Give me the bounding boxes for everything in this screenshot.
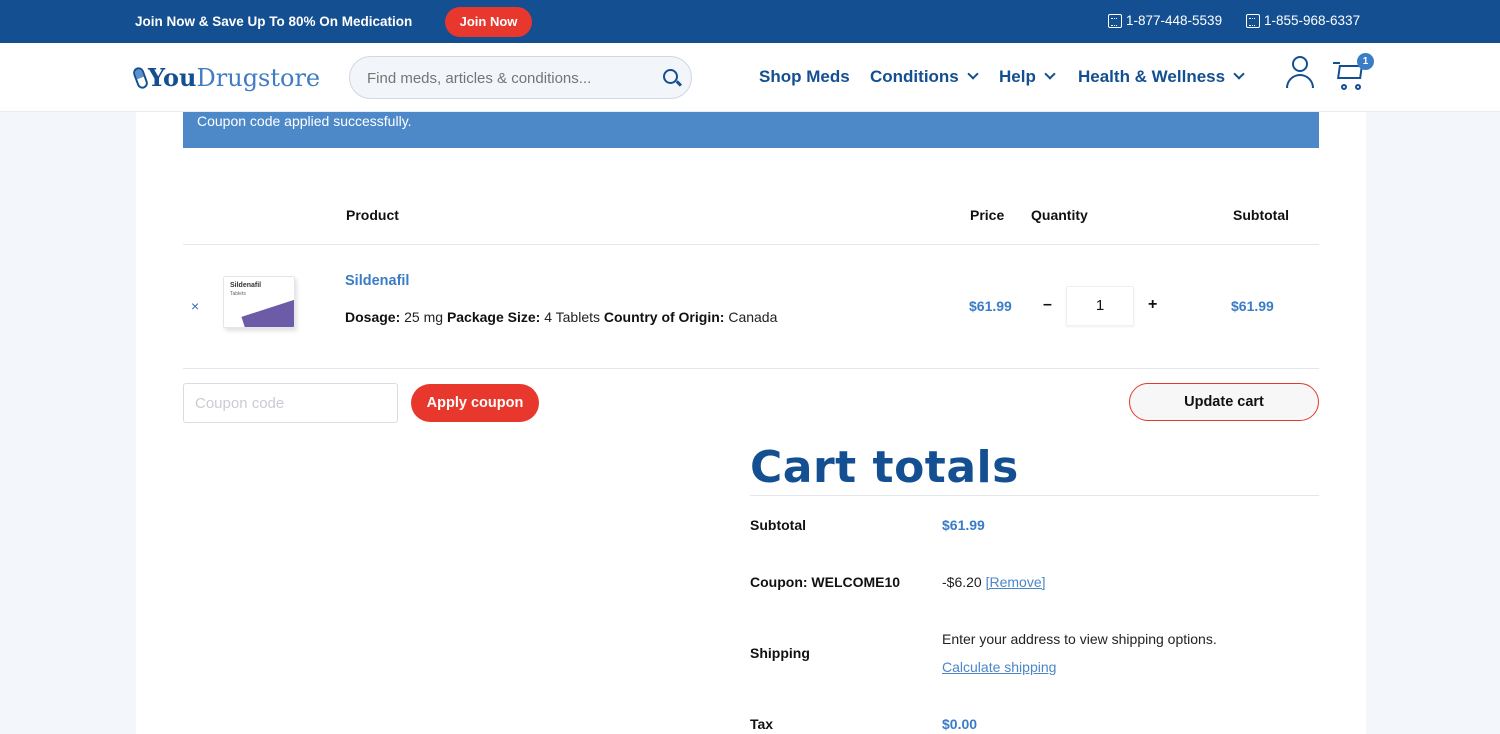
header-price: Price <box>970 207 1005 223</box>
header-product: Product <box>346 207 399 223</box>
nav-health-wellness[interactable]: Health & Wellness <box>1078 67 1245 87</box>
item-price: $61.99 <box>969 298 1012 314</box>
header-subtotal: Subtotal <box>1233 207 1289 223</box>
quantity-increase-button[interactable]: + <box>1148 296 1157 314</box>
pill-logo-icon <box>131 65 150 91</box>
shipping-info-text: Enter your address to view shipping opti… <box>942 631 1217 647</box>
search-icon[interactable] <box>663 69 678 84</box>
site-logo[interactable]: You Drugstore <box>131 63 321 92</box>
remove-coupon-link[interactable]: [Remove] <box>986 574 1046 590</box>
promo-bar: Join Now & Save Up To 80% On Medication … <box>0 0 1500 43</box>
product-image[interactable]: Sildenafil Tablets <box>223 276 295 328</box>
totals-coupon-value: -$6.20 <box>942 574 982 590</box>
update-cart-button[interactable]: Update cart <box>1129 383 1319 421</box>
totals-divider <box>750 495 1319 496</box>
logo-drugstore-text: Drugstore <box>196 64 321 92</box>
success-notice: Coupon code applied successfully. <box>183 112 1319 148</box>
search-bar <box>349 56 692 99</box>
nav-health-wellness-label: Health & Wellness <box>1078 67 1226 86</box>
phone-link-2[interactable]: 1-855-968-6337 <box>1246 13 1360 28</box>
cart-totals-title: Cart totals <box>750 442 1019 493</box>
calculate-shipping-link[interactable]: Calculate shipping <box>942 659 1056 675</box>
nav-help-label: Help <box>999 67 1036 86</box>
nav-shop-meds-label: Shop Meds <box>759 67 850 86</box>
table-divider <box>183 244 1319 245</box>
totals-tax-value: $0.00 <box>942 716 978 732</box>
fax-icon <box>1246 13 1260 28</box>
coupon-code-input[interactable] <box>183 383 398 423</box>
totals-shipping-label: Shipping <box>750 645 810 661</box>
cart-count-badge: 1 <box>1357 53 1374 70</box>
chevron-down-icon <box>967 68 979 80</box>
cart-page: Coupon code applied successfully. Produc… <box>136 112 1366 734</box>
nav-conditions-label: Conditions <box>870 67 959 86</box>
phone-number-2: 1-855-968-6337 <box>1264 13 1361 28</box>
nav-help[interactable]: Help <box>999 67 1056 87</box>
totals-subtotal-label: Subtotal <box>750 517 806 533</box>
apply-coupon-button[interactable]: Apply coupon <box>411 384 539 422</box>
totals-tax-label: Tax <box>750 716 774 732</box>
site-header: You Drugstore Shop Meds Conditions Help … <box>0 43 1500 112</box>
phone-link-1[interactable]: 1-877-448-5539 <box>1108 13 1222 28</box>
item-subtotal: $61.99 <box>1231 298 1274 314</box>
totals-coupon-label: Coupon: WELCOME10 <box>750 574 901 590</box>
remove-item-button[interactable]: × <box>191 298 199 314</box>
header-quantity: Quantity <box>1031 207 1088 223</box>
chevron-down-icon <box>1044 68 1056 80</box>
promo-text: Join Now & Save Up To 80% On Medication <box>135 14 413 29</box>
nav-conditions[interactable]: Conditions <box>870 67 979 87</box>
search-input[interactable] <box>367 70 637 87</box>
product-name-link[interactable]: Sildenafil <box>345 273 409 289</box>
phone-icon <box>1108 13 1122 28</box>
join-now-button[interactable]: Join Now <box>445 7 532 37</box>
nav-shop-meds[interactable]: Shop Meds <box>759 67 850 87</box>
chevron-down-icon <box>1233 68 1245 80</box>
notice-message: Coupon code applied successfully. <box>197 113 412 129</box>
totals-coupon-row: -$6.20 [Remove] <box>942 574 1046 590</box>
logo-you-text: You <box>148 63 197 92</box>
product-meta: Dosage: 25 mg Package Size: 4 Tablets Co… <box>345 309 778 325</box>
account-icon[interactable] <box>1285 56 1315 88</box>
phone-number-1: 1-877-448-5539 <box>1126 13 1223 28</box>
quantity-input[interactable]: 1 <box>1066 286 1134 326</box>
totals-subtotal-value: $61.99 <box>942 517 985 533</box>
quantity-decrease-button[interactable]: – <box>1043 296 1052 314</box>
table-divider <box>183 368 1319 369</box>
